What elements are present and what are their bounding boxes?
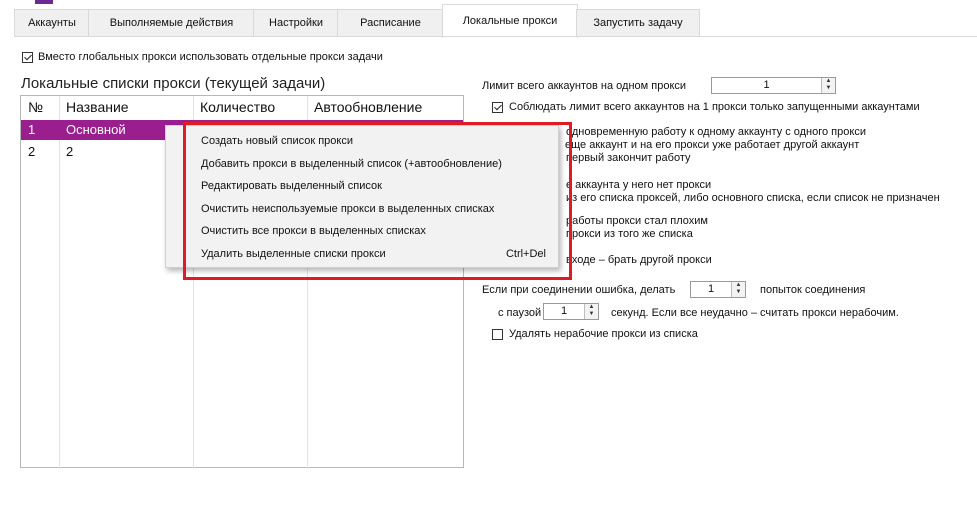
- menu-item-shortcut: Ctrl+Del: [505, 248, 546, 260]
- option-text: входе – брать другой прокси: [566, 254, 712, 266]
- arrow-up-icon[interactable]: ▲: [732, 282, 745, 289]
- row-2-number: 2: [28, 144, 36, 159]
- use-local-proxies-checkbox[interactable]: [22, 52, 33, 63]
- option-text: е аккаунта у него нет прокси: [566, 179, 712, 191]
- column-header-count[interactable]: Количество: [193, 96, 307, 118]
- menu-item-clear-unused[interactable]: Очистить неиспользуемые прокси в выделен…: [166, 198, 556, 220]
- tab-accounts[interactable]: Аккаунты: [14, 9, 90, 37]
- option-text: прокси из того же списка: [566, 228, 693, 240]
- pause-label: с паузой: [498, 307, 542, 319]
- remove-bad-label: Удалять нерабочие прокси из списка: [509, 328, 698, 340]
- arrow-up-icon[interactable]: ▲: [585, 304, 598, 311]
- menu-item-clear-all[interactable]: Очистить все прокси в выделенных списках: [166, 220, 556, 242]
- menu-item-delete-lists[interactable]: Удалить выделенные списки прокси Ctrl+Del: [166, 243, 556, 265]
- menu-item-label: Удалить выделенные списки прокси: [201, 248, 386, 260]
- limit-running-checkbox[interactable]: [492, 102, 503, 113]
- context-menu: Создать новый список прокси Добавить про…: [165, 125, 559, 268]
- spinner-arrows[interactable]: ▲ ▼: [821, 78, 835, 93]
- menu-item-edit-list[interactable]: Редактировать выделенный список: [166, 175, 556, 197]
- retry-spinner[interactable]: 1 ▲ ▼: [690, 281, 746, 298]
- option-text: работы прокси стал плохим: [566, 215, 708, 227]
- spinner-arrows[interactable]: ▲ ▼: [584, 304, 598, 319]
- window-accent: [35, 0, 53, 4]
- arrow-down-icon[interactable]: ▼: [585, 311, 598, 318]
- pause-value[interactable]: 1: [544, 304, 584, 319]
- local-lists-title: Локальные списки прокси (текущей задачи): [21, 75, 326, 92]
- row-1-number: 1: [28, 122, 36, 137]
- retry-value[interactable]: 1: [691, 282, 731, 297]
- option-text: еще аккаунт и на его прокси уже работает…: [565, 139, 860, 151]
- arrow-down-icon[interactable]: ▼: [822, 85, 835, 92]
- tab-schedule[interactable]: Расписание: [337, 9, 444, 37]
- menu-item-label: Редактировать выделенный список: [201, 180, 382, 192]
- arrow-up-icon[interactable]: ▲: [822, 78, 835, 85]
- column-header-autoupdate[interactable]: Автообновление: [307, 96, 463, 118]
- remove-bad-checkbox[interactable]: [492, 329, 503, 340]
- tab-settings[interactable]: Настройки: [253, 9, 339, 37]
- menu-item-create-list[interactable]: Создать новый список прокси: [166, 130, 556, 152]
- spinner-arrows[interactable]: ▲ ▼: [731, 282, 745, 297]
- pause-suffix: секунд. Если все неудачно – считать прок…: [611, 307, 899, 319]
- column-header-number[interactable]: №: [21, 96, 59, 118]
- tab-divider: [14, 36, 977, 37]
- limit-value[interactable]: 1: [712, 78, 821, 93]
- use-local-proxies-label: Вместо глобальных прокси использовать от…: [38, 51, 383, 63]
- retry-suffix: попыток соединения: [760, 284, 866, 296]
- arrow-down-icon[interactable]: ▼: [732, 289, 745, 296]
- pause-spinner[interactable]: 1 ▲ ▼: [543, 303, 599, 320]
- tab-run-task[interactable]: Запустить задачу: [576, 9, 700, 37]
- menu-item-label: Создать новый список прокси: [201, 135, 353, 147]
- retry-label: Если при соединении ошибка, делать: [482, 284, 676, 296]
- tab-local-proxies[interactable]: Локальные прокси: [442, 4, 578, 38]
- limit-running-label: Соблюдать лимит всего аккаунтов на 1 про…: [509, 101, 920, 113]
- menu-item-label: Добавить прокси в выделенный список (+ав…: [201, 158, 502, 170]
- option-text: из его списка проксей, либо основного сп…: [566, 192, 940, 204]
- option-text: первый закончит работу: [566, 152, 691, 164]
- option-text: одновременную работу к одному аккаунту с…: [566, 126, 866, 138]
- menu-item-add-proxies[interactable]: Добавить прокси в выделенный список (+ав…: [166, 153, 556, 175]
- limit-label: Лимит всего аккаунтов на одном прокси: [482, 80, 687, 92]
- limit-spinner[interactable]: 1 ▲ ▼: [711, 77, 836, 94]
- tab-actions[interactable]: Выполняемые действия: [88, 9, 255, 37]
- menu-item-label: Очистить все прокси в выделенных списках: [201, 225, 426, 237]
- menu-item-label: Очистить неиспользуемые прокси в выделен…: [201, 203, 495, 215]
- column-header-name[interactable]: Название: [59, 96, 193, 118]
